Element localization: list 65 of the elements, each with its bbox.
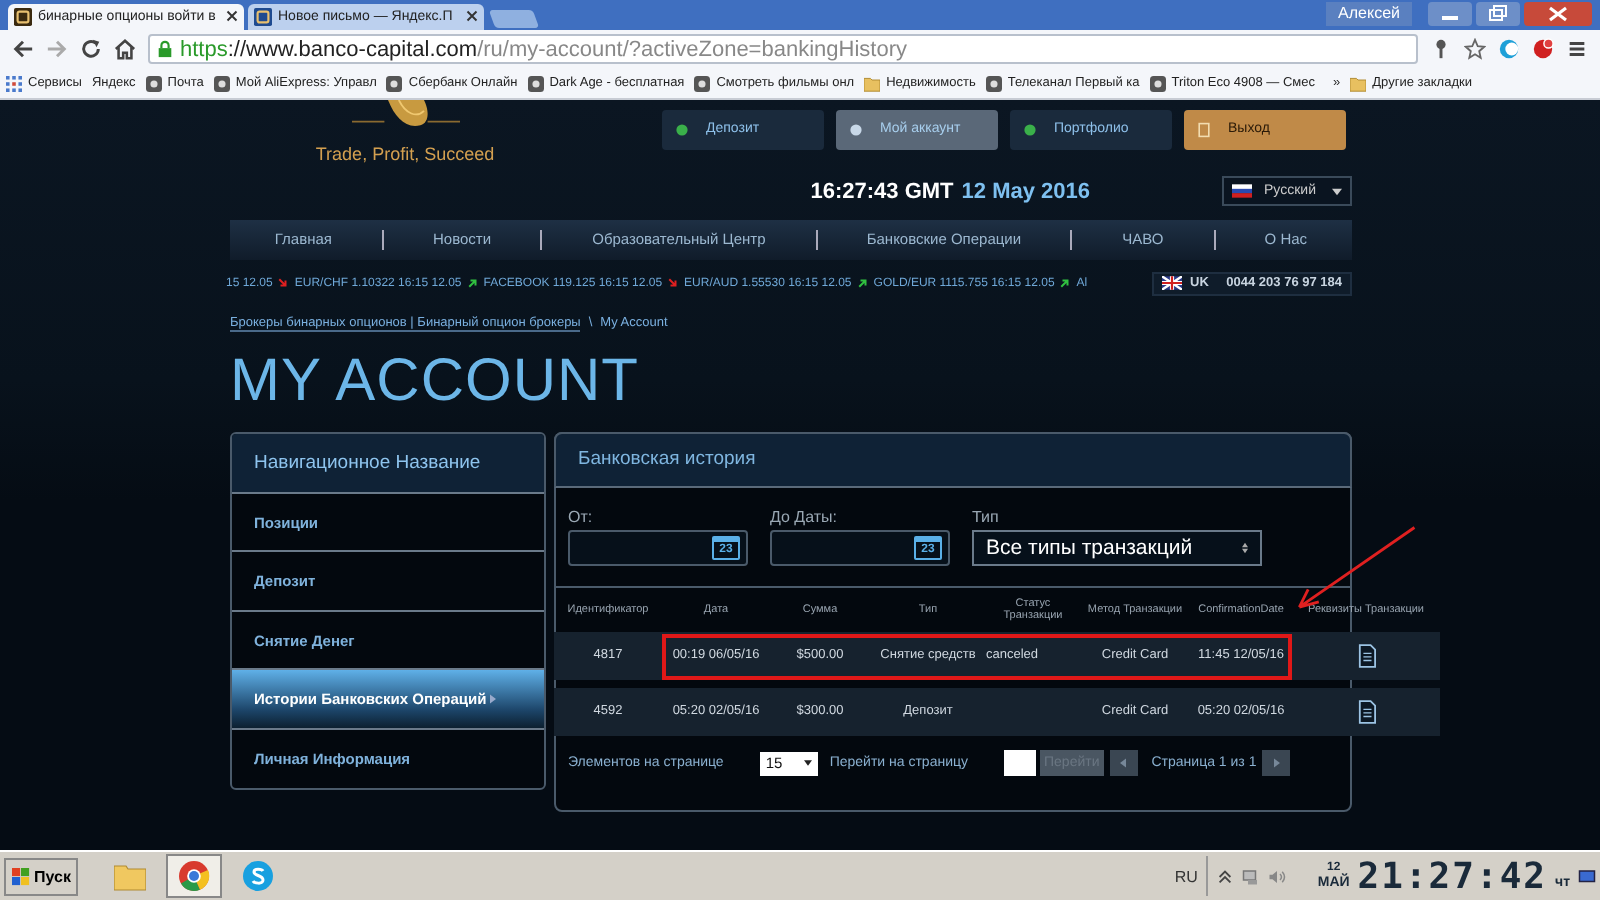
taskbar-clock[interactable]: 21:27:42 <box>1357 855 1547 898</box>
back-icon[interactable] <box>12 38 34 61</box>
site-favicon-icon <box>985 75 1002 92</box>
close-icon[interactable] <box>466 10 478 23</box>
reload-icon[interactable] <box>80 38 102 61</box>
server-time: 16:27:43 GMT <box>810 179 954 204</box>
site-favicon-icon <box>694 75 711 92</box>
keyboard-language[interactable]: RU <box>1174 867 1198 886</box>
extension-icon[interactable] <box>1532 38 1554 61</box>
document-icon[interactable] <box>1357 699 1375 724</box>
site-favicon-icon <box>145 75 162 92</box>
show-desktop-icon[interactable] <box>1578 867 1596 886</box>
panel-title: Банковская история <box>554 431 1352 488</box>
minimize-icon[interactable] <box>1428 2 1472 26</box>
close-icon[interactable] <box>226 10 238 23</box>
transaction-type-select[interactable]: Все типы транзакций <box>972 529 1262 566</box>
left-triangle-icon <box>1120 758 1127 769</box>
button-glyph-icon <box>1196 121 1212 138</box>
browser-icon <box>178 860 211 893</box>
site-favicon-icon <box>386 75 403 92</box>
previous-page-button[interactable] <box>1109 750 1138 777</box>
button-glyph-icon <box>674 121 690 138</box>
page-title: MY ACCOUNT <box>230 347 641 416</box>
profile-name[interactable]: Алексей <box>1326 2 1412 26</box>
next-page-button[interactable] <box>1262 750 1291 777</box>
lock-icon <box>156 40 174 59</box>
taskbar-app[interactable] <box>166 854 223 899</box>
windows-logo-icon <box>12 867 30 886</box>
flag-icon <box>1232 184 1252 199</box>
flag-icon <box>1162 276 1182 291</box>
key-icon[interactable] <box>1430 38 1452 61</box>
chat-app-icon <box>242 860 275 893</box>
server-date: 12 May 2016 <box>961 179 1090 204</box>
extension-icon[interactable] <box>1498 38 1520 61</box>
pointer-icon <box>490 694 497 705</box>
folder-icon <box>864 75 881 92</box>
site-favicon-icon <box>1149 75 1166 92</box>
button-glyph-icon <box>1022 121 1038 138</box>
address-field[interactable]: https://www.banco-capital.com/ru/my-account/?activeZone=bankingHistory <box>148 34 1418 65</box>
star-icon[interactable] <box>1464 38 1486 61</box>
menu-icon[interactable] <box>1566 38 1588 61</box>
start-button[interactable]: Пуск <box>4 857 79 896</box>
network-icon[interactable] <box>1241 867 1260 886</box>
caret-icon <box>803 760 812 767</box>
button-glyph-icon <box>848 121 864 138</box>
show-hidden-icon[interactable] <box>1215 867 1234 886</box>
site-favicon-icon <box>254 7 272 26</box>
caret-icon <box>1332 187 1342 196</box>
filter-label: Тип <box>972 507 1001 526</box>
document-icon[interactable] <box>1357 643 1375 668</box>
site-favicon-icon <box>527 75 544 92</box>
sort-arrows-icon <box>1242 541 1248 554</box>
site-favicon-icon <box>14 7 32 26</box>
right-triangle-icon <box>1273 758 1280 769</box>
filter-label: До Даты: <box>770 507 840 526</box>
folder-icon <box>114 860 147 893</box>
folder-icon <box>1350 75 1367 92</box>
logo-tagline: Trade, Profit, Succeed <box>315 143 495 164</box>
home-icon[interactable] <box>114 38 136 61</box>
sidebar-title: Навигационное Название <box>232 433 544 494</box>
filter-label: От: <box>568 507 595 526</box>
page-input[interactable] <box>1004 750 1036 777</box>
restore-icon[interactable] <box>1476 2 1520 26</box>
apps-grid-icon <box>6 75 22 92</box>
site-favicon-icon <box>213 75 230 92</box>
